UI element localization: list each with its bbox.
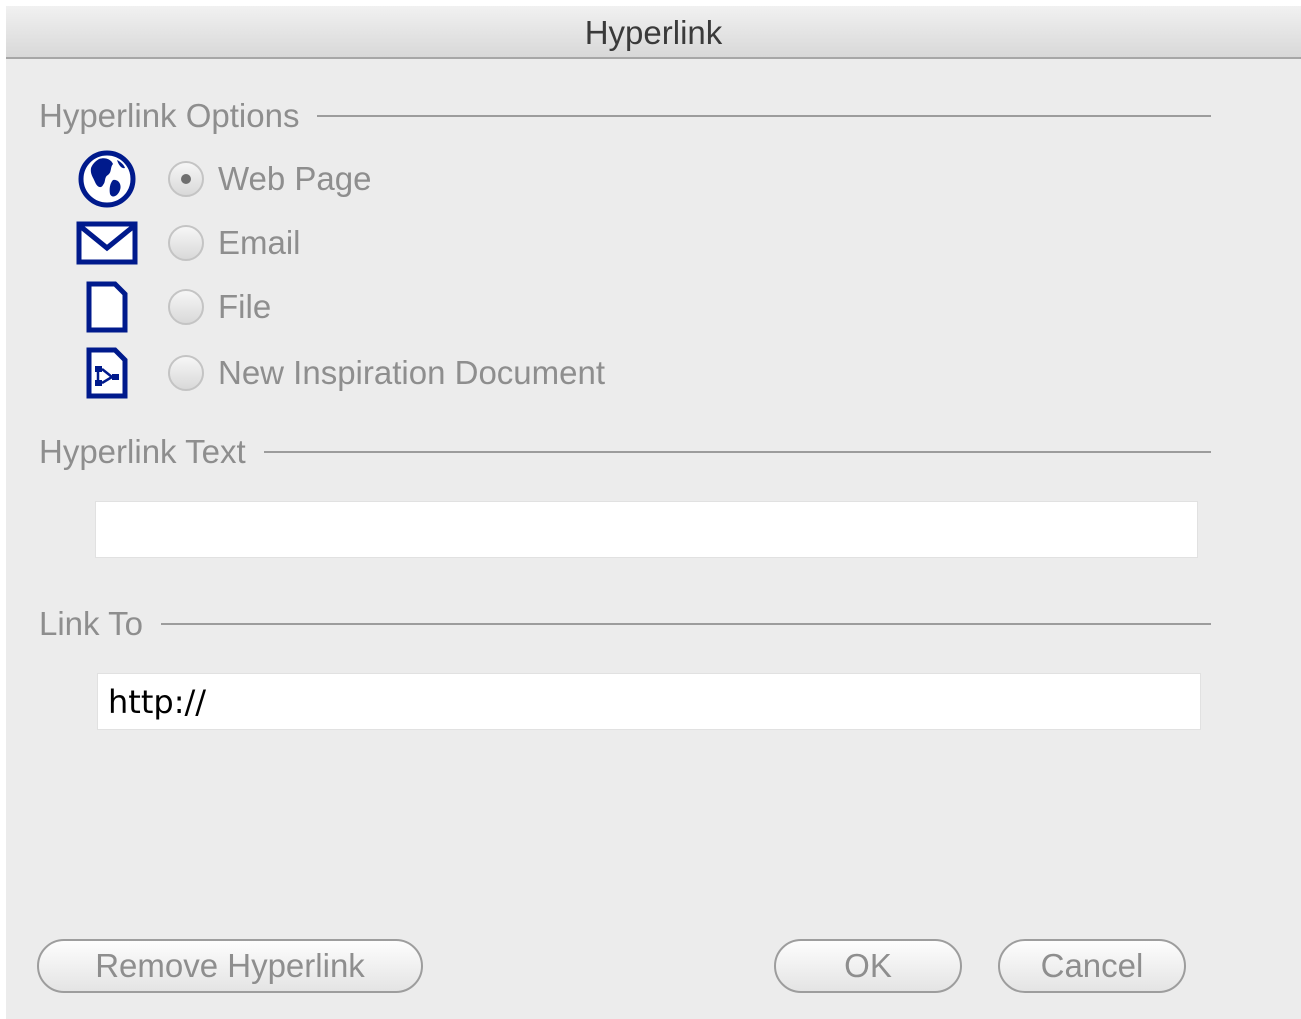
new-inspiration-document-radio[interactable] (168, 355, 204, 391)
link-to-section: Link To (39, 602, 1211, 646)
envelope-icon (76, 212, 138, 274)
ok-button[interactable]: OK (774, 939, 962, 993)
inspiration-document-icon (76, 342, 138, 404)
hyperlink-options-section: Hyperlink Options (39, 94, 1211, 138)
radio-selected-dot (181, 174, 191, 184)
hyperlink-text-heading: Hyperlink Text (39, 433, 246, 470)
option-web-page[interactable]: Web Page (76, 150, 372, 208)
globe-icon (76, 148, 138, 210)
hyperlink-dialog: Hyperlink Hyperlink Options Web Page Ema… (6, 6, 1301, 1019)
cancel-button[interactable]: Cancel (998, 939, 1186, 993)
window-title: Hyperlink (584, 14, 723, 51)
section-divider (263, 451, 1211, 453)
file-icon (76, 276, 138, 338)
file-label[interactable]: File (218, 288, 271, 326)
web-page-radio[interactable] (168, 161, 204, 197)
link-to-url-input[interactable] (97, 673, 1201, 730)
web-page-label[interactable]: Web Page (218, 160, 372, 198)
email-label[interactable]: Email (218, 224, 301, 262)
hyperlink-text-section: Hyperlink Text (39, 430, 1211, 474)
email-radio[interactable] (168, 225, 204, 261)
option-file[interactable]: File (76, 278, 271, 336)
file-radio[interactable] (168, 289, 204, 325)
link-to-heading: Link To (39, 605, 143, 642)
option-email[interactable]: Email (76, 214, 301, 272)
hyperlink-options-heading: Hyperlink Options (39, 97, 300, 134)
section-divider (160, 623, 1211, 625)
remove-hyperlink-button[interactable]: Remove Hyperlink (37, 939, 423, 993)
option-new-inspiration-document[interactable]: New Inspiration Document (76, 344, 605, 402)
hyperlink-text-input[interactable] (95, 501, 1198, 558)
title-bar[interactable]: Hyperlink (6, 6, 1301, 59)
section-divider (317, 115, 1211, 117)
new-inspiration-document-label[interactable]: New Inspiration Document (218, 354, 605, 392)
